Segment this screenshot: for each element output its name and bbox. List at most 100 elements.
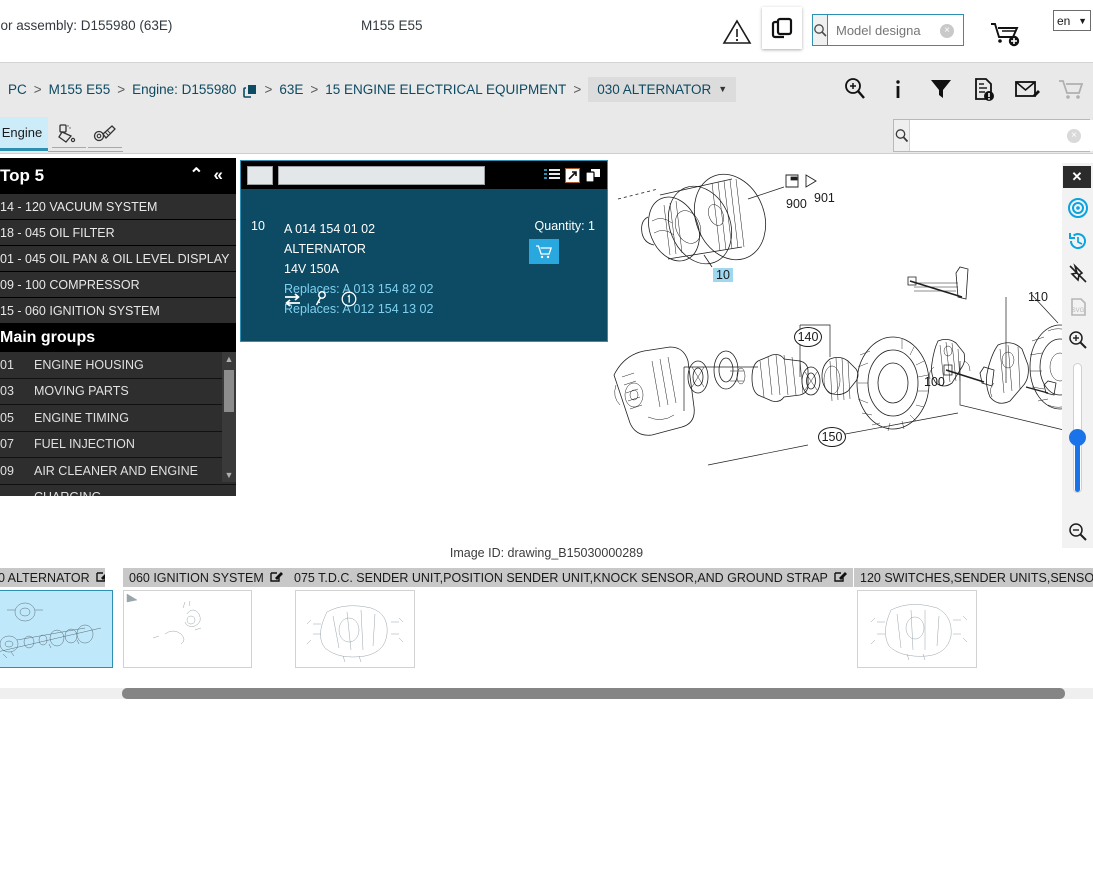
part-card-header-field-wide[interactable] <box>278 165 485 185</box>
breadcrumb-item-4[interactable]: 15 ENGINE ELECTRICAL EQUIPMENT <box>325 82 566 97</box>
thumbnail-item-0[interactable]: 30 ALTERNATOR <box>0 568 113 668</box>
top5-item-2[interactable]: 01 - 045 OIL PAN & OIL LEVEL DISPLAY <box>0 246 236 272</box>
callout-140[interactable]: 140 <box>794 327 822 347</box>
thumbnail-image[interactable] <box>857 590 977 668</box>
breadcrumb-item-2[interactable]: Engine: D155980 <box>132 82 236 97</box>
main-groups-header: Main groups <box>0 324 236 352</box>
part-card-body: 10 A 014 154 01 02 ALTERNATOR 14V 150A R… <box>241 189 607 319</box>
main-group-label: FUEL INJECTION <box>34 437 135 452</box>
callout-901[interactable]: 901 <box>814 191 835 205</box>
callout-900[interactable]: 900 <box>786 197 807 211</box>
main-group-item-05[interactable]: 05 ENGINE TIMING <box>0 405 236 432</box>
thumbnail-label[interactable]: 30 ALTERNATOR <box>0 568 105 587</box>
breadcrumb-separator: > <box>573 81 582 97</box>
edit-icon[interactable] <box>834 570 847 586</box>
expand-icon[interactable] <box>565 167 580 183</box>
thumbnail-strip: 30 ALTERNATOR 060 IGNITION SYSTEM 075 T.… <box>0 568 1093 686</box>
clear-model-search-icon[interactable]: × <box>940 24 954 38</box>
breadcrumb-toolbar <box>842 63 1083 115</box>
breadcrumb-current-dropdown[interactable]: 030 ALTERNATOR ▼ <box>588 76 737 102</box>
target-focus-icon[interactable] <box>1062 191 1093 224</box>
left-sidebar: Top 5 ⌃ « 14 - 120 VACUUM SYSTEM 18 - 04… <box>0 158 236 496</box>
warning-triangle-icon[interactable] <box>722 18 752 45</box>
history-undo-icon[interactable] <box>1062 224 1093 257</box>
thumbnail-drawing-switches <box>870 604 968 661</box>
horizontal-scrollbar[interactable] <box>0 688 1093 699</box>
part-card-header <box>241 161 607 189</box>
main-group-item-09-cont[interactable]: CHARGING <box>0 484 236 496</box>
diagram-viewer[interactable]: 900 901 10 110 140 100 150 <box>608 155 1093 555</box>
copy-icon[interactable] <box>585 168 601 183</box>
chevron-up-icon[interactable]: ⌃ <box>189 165 203 185</box>
top5-item-1[interactable]: 18 - 045 OIL FILTER <box>0 220 236 246</box>
scroll-up-arrow-icon[interactable]: ▲ <box>222 352 236 366</box>
breadcrumb-item-3[interactable]: 63E <box>279 82 303 97</box>
thumbnail-label[interactable]: 120 SWITCHES,SENDER UNITS,SENSORS <box>854 568 1093 587</box>
zoom-slider[interactable] <box>1069 363 1086 493</box>
model-search-box[interactable]: × <box>812 14 1020 46</box>
zoom-in-icon[interactable] <box>1062 323 1093 356</box>
parts-search-box[interactable]: × <box>893 119 1093 152</box>
copy-icon[interactable] <box>243 84 257 98</box>
major-assembly-label: ajor assembly: D155980 (63E) <box>0 18 173 33</box>
svg-export-icon[interactable]: SVG <box>1062 290 1093 323</box>
cart-add-icon[interactable] <box>988 20 1026 48</box>
thumbnail-label[interactable]: 060 IGNITION SYSTEM <box>123 568 288 587</box>
parts-search-input[interactable] <box>910 120 1093 151</box>
top5-item-0[interactable]: 14 - 120 VACUUM SYSTEM <box>0 194 236 220</box>
main-groups-scrollbar[interactable]: ▲ ▼ <box>222 352 236 482</box>
top5-header: Top 5 ⌃ « <box>0 158 236 194</box>
exchange-arrows-icon[interactable] <box>284 292 301 307</box>
main-group-item-01[interactable]: 01 ENGINE HOUSING <box>0 352 236 379</box>
add-to-cart-button[interactable] <box>529 239 559 264</box>
close-icon[interactable]: ✕ <box>1063 166 1091 188</box>
double-chevron-left-icon[interactable]: « <box>214 165 223 185</box>
search-icon[interactable] <box>813 15 828 45</box>
scroll-down-arrow-icon[interactable]: ▼ <box>222 468 236 482</box>
edit-icon[interactable] <box>95 570 105 586</box>
thumbnail-item-2[interactable]: 075 T.D.C. SENDER UNIT,POSITION SENDER U… <box>288 568 853 668</box>
scrollbar-thumb[interactable] <box>224 370 234 412</box>
filter-icon[interactable] <box>928 76 954 102</box>
thumbnail-image[interactable] <box>295 590 415 668</box>
thumbnail-item-1[interactable]: 060 IGNITION SYSTEM <box>123 568 288 668</box>
document-alert-icon[interactable] <box>971 76 997 102</box>
model-label: M155 E55 <box>361 18 423 33</box>
top5-item-4[interactable]: 15 - 060 IGNITION SYSTEM <box>0 298 236 324</box>
circled-one-icon[interactable] <box>341 291 357 307</box>
thumbnail-item-3[interactable]: 120 SWITCHES,SENDER UNITS,SENSORS <box>854 568 1093 668</box>
key-icon[interactable] <box>314 291 328 307</box>
main-group-label: AIR CLEANER AND ENGINE <box>34 463 198 478</box>
main-group-item-03[interactable]: 03 MOVING PARTS <box>0 378 236 405</box>
thumbnail-image[interactable] <box>0 590 113 668</box>
clear-parts-search-icon[interactable]: × <box>1067 129 1081 143</box>
edit-icon[interactable] <box>270 570 283 586</box>
callout-100[interactable]: 100 <box>924 375 945 389</box>
zoom-search-icon[interactable] <box>842 76 868 102</box>
copy-documents-icon[interactable] <box>762 7 802 49</box>
search-icon[interactable] <box>894 120 910 151</box>
top5-item-3[interactable]: 09 - 100 COMPRESSOR <box>0 272 236 298</box>
zoom-slider-knob[interactable] <box>1069 429 1086 446</box>
callout-150[interactable]: 150 <box>818 427 846 447</box>
part-card-header-field-small[interactable] <box>247 165 273 185</box>
cart-icon[interactable] <box>1057 76 1083 102</box>
breadcrumb-item-0[interactable]: PC <box>8 82 27 97</box>
main-group-item-09[interactable]: 09 AIR CLEANER AND ENGINE <box>0 458 236 485</box>
breadcrumb-item-1[interactable]: M155 E55 <box>49 82 111 97</box>
list-view-icon[interactable] <box>544 168 560 182</box>
bolt-screw-icon[interactable] <box>88 120 122 148</box>
paint-spray-icon[interactable] <box>52 120 86 148</box>
thumbnail-image[interactable] <box>123 590 252 668</box>
info-icon[interactable] <box>885 76 911 102</box>
language-select[interactable]: en ▼ <box>1053 10 1091 31</box>
thumbnail-label[interactable]: 075 T.D.C. SENDER UNIT,POSITION SENDER U… <box>288 568 853 587</box>
pin-off-icon[interactable] <box>1062 257 1093 290</box>
main-group-item-07[interactable]: 07 FUEL INJECTION <box>0 431 236 458</box>
callout-110[interactable]: 110 <box>1028 290 1048 304</box>
zoom-out-icon[interactable] <box>1062 515 1093 548</box>
mail-edit-icon[interactable] <box>1014 76 1040 102</box>
scrollbar-thumb[interactable] <box>122 688 1065 699</box>
callout-10-selected[interactable]: 10 <box>713 268 733 282</box>
tab-engine[interactable]: Engine <box>0 117 48 151</box>
